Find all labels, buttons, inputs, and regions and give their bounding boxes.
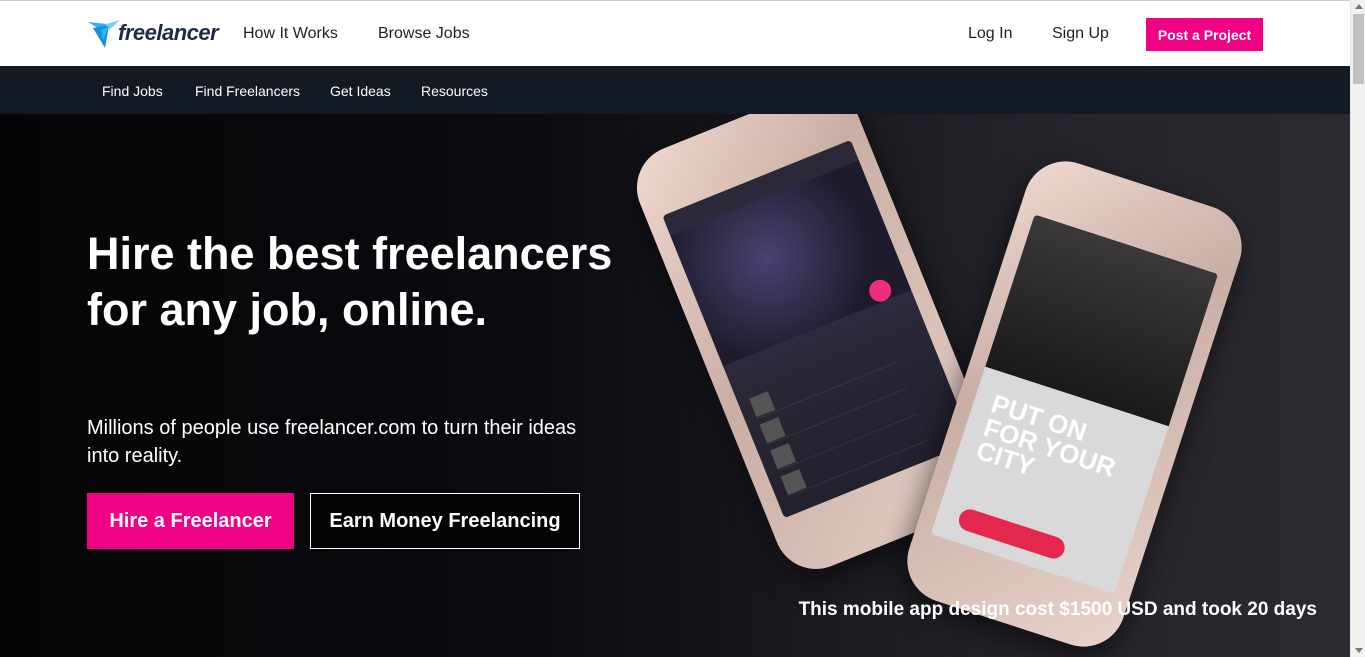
- scroll-thumb[interactable]: [1353, 14, 1364, 84]
- secondary-nav: Find Jobs Find Freelancers Get Ideas Res…: [0, 66, 1350, 114]
- freelancer-logo[interactable]: freelancer: [87, 15, 219, 51]
- hero-section: PUT ON FOR YOUR CITY Hire the best freelan…: [0, 114, 1350, 657]
- hero-title: Hire the best freelancers for any job, o…: [87, 228, 613, 335]
- subnav-resources[interactable]: Resources: [421, 83, 488, 99]
- page-scrollbar[interactable]: [1350, 0, 1365, 657]
- subnav-find-jobs[interactable]: Find Jobs: [102, 83, 163, 99]
- nav-browse-jobs[interactable]: Browse Jobs: [378, 25, 470, 43]
- group-photo: [985, 214, 1219, 427]
- app-cta-pill: [956, 506, 1068, 562]
- phone-screen: [662, 139, 973, 519]
- artist-photo: [670, 160, 912, 367]
- promo-graphic: PUT ON FOR YOUR CITY: [972, 388, 1120, 483]
- logo-wordmark: freelancer: [118, 20, 219, 45]
- signup-link[interactable]: Sign Up: [1052, 25, 1109, 43]
- earn-money-button[interactable]: Earn Money Freelancing: [310, 493, 580, 549]
- bird-logo-icon: [88, 20, 120, 48]
- subnav-get-ideas[interactable]: Get Ideas: [330, 83, 391, 99]
- nav-how-it-works[interactable]: How It Works: [243, 25, 338, 43]
- hero-subtitle: Millions of people use freelancer.com to…: [87, 417, 577, 467]
- phone-screen: PUT ON FOR YOUR CITY: [930, 214, 1219, 594]
- hire-freelancer-button[interactable]: Hire a Freelancer: [87, 493, 294, 549]
- scroll-down-arrow-icon[interactable]: [1355, 648, 1363, 653]
- top-header: freelancer How It Works Browse Jobs Log …: [0, 0, 1350, 66]
- subnav-find-freelancers[interactable]: Find Freelancers: [195, 83, 300, 99]
- showcase-caption: This mobile app design cost $1500 USD an…: [798, 599, 1317, 620]
- scroll-up-arrow-icon[interactable]: [1355, 4, 1363, 9]
- post-project-button[interactable]: Post a Project: [1146, 18, 1263, 51]
- login-link[interactable]: Log In: [968, 25, 1012, 43]
